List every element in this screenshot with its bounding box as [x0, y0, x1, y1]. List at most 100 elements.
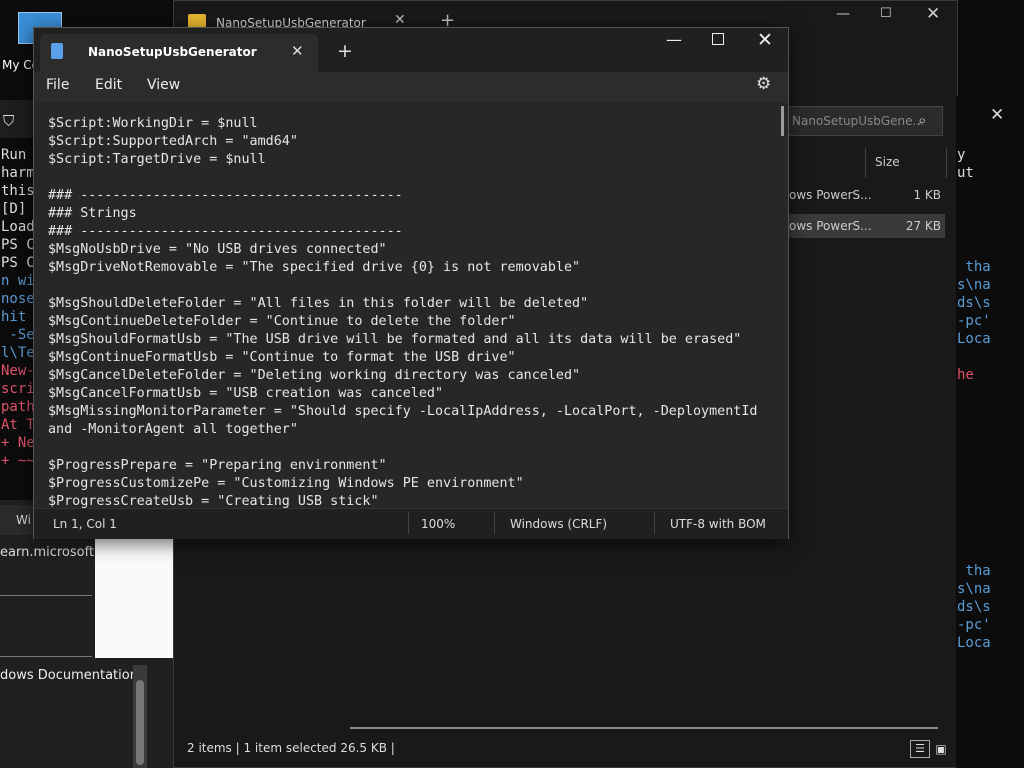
status-divider [408, 512, 409, 534]
terminal-line: + Ne [1, 435, 35, 451]
column-header-size[interactable]: Size [875, 155, 900, 169]
menu-file[interactable]: File [46, 77, 69, 93]
details-view-icon[interactable]: ☰ [910, 740, 930, 758]
terminal-line: y [957, 147, 966, 163]
status-zoom[interactable]: 100% [421, 517, 455, 531]
code-line: $MsgCancelDeleteFolder = "Deleting worki… [48, 368, 581, 383]
tiles-view-icon[interactable]: ▣ [932, 740, 950, 758]
notepad-tab-title[interactable]: NanoSetupUsbGenerator [88, 45, 257, 59]
code-line: $Script:TargetDrive = $null [48, 152, 266, 167]
code-line: $MsgNoUsbDrive = "No USB drives connecte… [48, 242, 387, 257]
terminal-output-right-block1: tha s\na ds\s -pc' Loca he [957, 258, 991, 384]
terminal-line: hit [1, 309, 27, 325]
browser-url[interactable]: earn.microsoft.c [0, 545, 105, 560]
terminal-line: he [957, 367, 974, 383]
file-size: 27 KB [905, 219, 941, 233]
code-line: ### ------------------------------------… [48, 188, 403, 203]
terminal-line: harm [1, 165, 35, 181]
status-divider [494, 512, 495, 534]
maximize-icon[interactable] [712, 33, 724, 45]
terminal-line: At T [1, 417, 35, 433]
code-line: $Script:WorkingDir = $null [48, 116, 258, 131]
code-line: ### ------------------------------------… [48, 224, 403, 239]
terminal-line: ut [957, 165, 974, 181]
notepad-new-tab-icon[interactable]: + [337, 40, 353, 62]
terminal-line: Loca [957, 331, 991, 347]
close-icon[interactable]: ✕ [757, 29, 773, 51]
settings-gear-icon[interactable]: ⚙ [756, 74, 771, 94]
explorer-status-bar: 2 items | 1 item selected 26.5 KB | [187, 741, 395, 755]
status-cursor-position: Ln 1, Col 1 [53, 517, 117, 531]
file-row[interactable]: ows PowerS... 1 KB [785, 183, 945, 207]
terminal-line: ds\s [957, 295, 991, 311]
editor-code-text[interactable]: $Script:WorkingDir = $null $Script:Suppor… [48, 115, 757, 511]
code-line: $MsgContinueFormatUsb = "Continue to for… [48, 350, 516, 365]
terminal-line: -pc' [957, 313, 991, 329]
column-divider[interactable] [946, 148, 947, 178]
status-encoding[interactable]: UTF-8 with BOM [670, 517, 766, 531]
code-line: ### Strings [48, 206, 137, 221]
folder-icon [188, 14, 206, 28]
menu-edit[interactable]: Edit [95, 77, 122, 93]
terminal-output-right-top: y ut [957, 146, 974, 182]
explorer-horizontal-scrollbar[interactable] [350, 727, 938, 729]
terminal-line: path [1, 399, 35, 415]
browser-scroll-thumb[interactable] [136, 680, 144, 765]
terminal-line: -Se [1, 327, 35, 343]
editor-vertical-scrollbar[interactable] [781, 106, 784, 136]
status-line-ending[interactable]: Windows (CRLF) [510, 517, 607, 531]
explorer-tab-close-icon[interactable]: ✕ [394, 12, 406, 28]
file-type: ows PowerS... [789, 188, 872, 202]
terminal-output-left: Run harm this [D] Load PS C PS C n wi nose hit -S… [1, 146, 35, 470]
code-line: $MsgContinueDeleteFolder = "Continue to … [48, 314, 516, 329]
code-line: $MsgShouldFormatUsb = "The USB drive wil… [48, 332, 742, 347]
code-line: $MsgShouldDeleteFolder = "All files in t… [48, 296, 589, 311]
terminal-line: l\Te [1, 345, 35, 361]
code-line: $Script:SupportedArch = "amd64" [48, 134, 298, 149]
terminal-output-right-block2: tha s\na ds\s -pc' Loca [957, 562, 991, 652]
terminal-window-right[interactable] [956, 96, 1024, 768]
search-icon[interactable]: ⌕ [918, 111, 926, 129]
terminal-line: s\na [957, 581, 991, 597]
terminal-line: s\na [957, 277, 991, 293]
code-line: and -MonitorAgent all together" [48, 422, 298, 437]
menu-view[interactable]: View [147, 77, 180, 93]
minimize-icon[interactable]: — [666, 30, 682, 49]
terminal-line: -pc' [957, 617, 991, 633]
terminal-line: n wi [1, 273, 35, 289]
terminal-line: ds\s [957, 599, 991, 615]
terminal-line: Load [1, 219, 35, 235]
file-size: 1 KB [913, 188, 941, 202]
code-line: $MsgCancelFormatUsb = "USB creation was … [48, 386, 444, 401]
terminal-line: PS C [1, 237, 35, 253]
browser-divider [0, 595, 92, 657]
explorer-close-icon[interactable]: ✕ [926, 4, 940, 24]
terminal-line: tha [957, 563, 991, 579]
code-line: $ProgressPrepare = "Preparing environmen… [48, 458, 387, 473]
explorer-minimize-icon[interactable]: — [836, 6, 850, 22]
file-row-selected[interactable]: ows PowerS... 27 KB [785, 214, 945, 238]
column-divider[interactable] [865, 148, 866, 178]
code-line: $MsgMissingMonitorParameter = "Should sp… [48, 404, 758, 419]
code-line: $MsgDriveNotRemovable = "The specified d… [48, 260, 581, 275]
status-divider [654, 512, 655, 534]
terminal-line: + ~~ [1, 453, 35, 469]
terminal-line: Run [1, 147, 27, 163]
explorer-maximize-icon[interactable]: ☐ [880, 6, 892, 21]
shield-icon: ⛉ [3, 112, 15, 130]
terminal-line: this [1, 183, 35, 199]
notepad-tab-close-icon[interactable]: ✕ [291, 42, 304, 60]
file-type: ows PowerS... [789, 219, 872, 233]
terminal-line: New- [1, 363, 35, 379]
terminal-line: PS C [1, 255, 35, 271]
browser-page-panel [95, 538, 175, 658]
browser-doc-title[interactable]: dows Documentation [0, 668, 138, 683]
terminal-line: scri [1, 381, 35, 397]
terminal-line: tha [957, 259, 991, 275]
terminal-close-icon[interactable]: ✕ [990, 105, 1004, 125]
terminal-line: Loca [957, 635, 991, 651]
